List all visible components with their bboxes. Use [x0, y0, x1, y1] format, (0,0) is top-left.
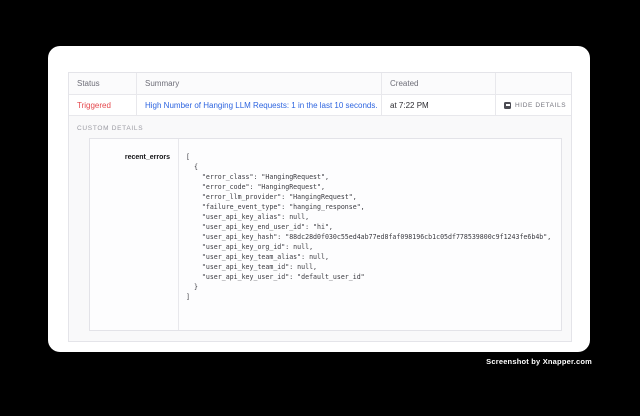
alert-summary-link[interactable]: High Number of Hanging LLM Requests: 1 i…: [145, 101, 378, 110]
details-code-column: [ { "error_class": "HangingRequest", "er…: [179, 139, 561, 330]
details-key-recent-errors: recent_errors: [125, 154, 170, 161]
table-row: Triggered High Number of Hanging LLM Req…: [69, 95, 571, 116]
alerts-card: Status Summary Created Triggered High Nu…: [48, 46, 590, 352]
xnapper-watermark: Screenshot by Xnapper.com: [486, 357, 592, 366]
column-header-actions: [495, 73, 571, 94]
screenshot-canvas: { "colors": { "background": "#000000", "…: [0, 0, 640, 416]
column-header-summary: Summary: [136, 73, 381, 94]
recent-errors-json: [ { "error_class": "HangingRequest", "er…: [186, 152, 559, 302]
minus-square-icon: [504, 102, 511, 109]
table-header-row: Status Summary Created: [69, 73, 571, 95]
created-cell: at 7:22 PM: [381, 95, 495, 115]
hide-details-label: HIDE DETAILS: [515, 102, 566, 109]
actions-cell: HIDE DETAILS: [495, 95, 571, 115]
custom-details-section: CUSTOM DETAILS recent_errors [ { "error_…: [69, 116, 571, 341]
column-header-created: Created: [381, 73, 495, 94]
status-badge: Triggered: [77, 101, 111, 110]
custom-details-box: recent_errors [ { "error_class": "Hangin…: [89, 138, 562, 331]
created-timestamp: at 7:22 PM: [390, 101, 429, 110]
summary-cell: High Number of Hanging LLM Requests: 1 i…: [136, 95, 381, 115]
hide-details-button[interactable]: HIDE DETAILS: [504, 102, 566, 109]
details-key-column: recent_errors: [90, 139, 179, 330]
alerts-table: Status Summary Created Triggered High Nu…: [68, 72, 572, 342]
column-header-status: Status: [69, 73, 136, 94]
custom-details-heading: CUSTOM DETAILS: [77, 125, 562, 132]
status-cell: Triggered: [69, 95, 136, 115]
